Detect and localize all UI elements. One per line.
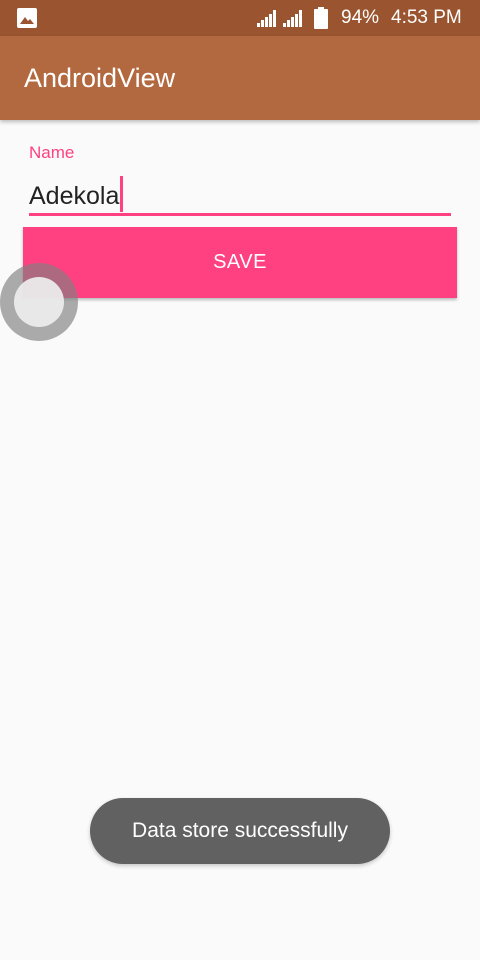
signal-icon: [283, 10, 302, 27]
signal-icon: [257, 10, 276, 27]
name-text: Adekola: [29, 182, 120, 210]
battery-percentage: 94%: [341, 7, 380, 28]
clock: 4:53 PM: [391, 7, 462, 28]
save-button[interactable]: SAVE: [23, 227, 457, 298]
app-title: AndroidView: [24, 63, 176, 93]
status-bar: 94% 4:53 PM: [0, 0, 480, 36]
toast-message: Data store successfully: [90, 798, 390, 864]
app-bar: AndroidView: [0, 36, 480, 120]
gallery-icon: [17, 8, 37, 28]
text-cursor: [120, 176, 124, 212]
name-field-label: Name: [29, 143, 75, 162]
touch-indicator-center: [14, 277, 64, 327]
touch-indicator: [0, 263, 78, 341]
app-screen: 94% 4:53 PM AndroidView Name Adekola SAV…: [0, 0, 480, 960]
name-input-value: Adekola: [29, 176, 124, 213]
battery-icon: [314, 7, 328, 29]
